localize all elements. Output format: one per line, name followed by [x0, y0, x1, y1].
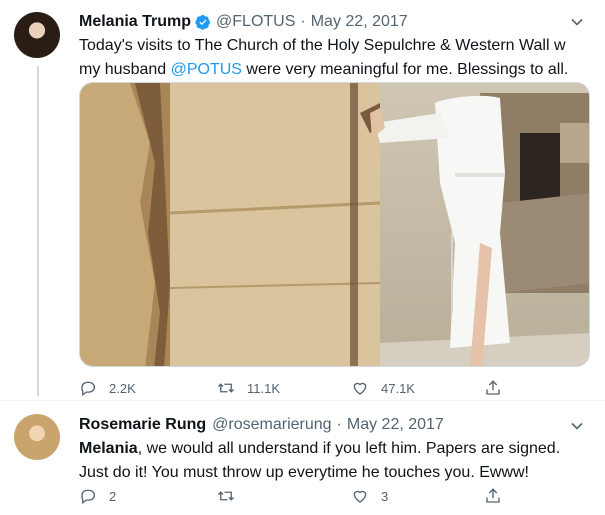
retweet-icon: [218, 383, 234, 393]
tweet-date[interactable]: May 22, 2017: [311, 11, 408, 33]
author-name[interactable]: Rosemarie Rung: [79, 414, 206, 436]
avatar[interactable]: [14, 414, 60, 460]
author-handle[interactable]: @FLOTUS: [216, 11, 295, 33]
share-icon: [486, 380, 500, 395]
tweet-actions: 2.2K 11.1K 47.1K: [79, 378, 599, 398]
reply-button[interactable]: 2: [79, 486, 116, 506]
tweet-text: Melania, we would all understand if you …: [79, 437, 589, 485]
retweet-button[interactable]: 11.1K: [217, 378, 280, 398]
like-count: 47.1K: [381, 380, 415, 396]
tweet-header: Melania Trump @FLOTUS · May 22, 2017: [79, 11, 408, 33]
separator-dot: ·: [300, 13, 306, 30]
reply-icon: [81, 381, 96, 397]
tweet-header: Rosemarie Rung @rosemarierung · May 22, …: [79, 414, 444, 436]
share-icon: [486, 488, 500, 503]
tweet-actions: 2 3: [79, 486, 599, 506]
share-button[interactable]: [484, 486, 514, 506]
reply-icon: [81, 489, 96, 505]
author-handle[interactable]: @rosemarierung: [212, 414, 331, 436]
share-button[interactable]: [484, 378, 514, 398]
chevron-down-icon[interactable]: [567, 12, 587, 32]
retweet-icon: [218, 491, 234, 501]
heart-icon: [353, 490, 367, 503]
heart-icon: [353, 382, 367, 395]
avatar[interactable]: [14, 12, 60, 58]
thread-connector-line: [37, 66, 39, 396]
reply-button[interactable]: 2.2K: [79, 378, 136, 398]
like-button[interactable]: 3: [351, 486, 388, 506]
reply-count: 2.2K: [109, 380, 136, 396]
retweet-count: 11.1K: [247, 380, 281, 396]
bold-mention: Melania: [79, 440, 138, 457]
tweet-text: Today's visits to The Church of the Holy…: [79, 34, 584, 82]
chevron-down-icon[interactable]: [567, 416, 587, 436]
mention-link[interactable]: @POTUS: [171, 61, 242, 78]
western-wall-photo: [80, 83, 589, 366]
like-button[interactable]: 47.1K: [351, 378, 415, 398]
reply-count: 2: [109, 488, 117, 504]
tweet-date[interactable]: May 22, 2017: [347, 414, 444, 436]
author-name[interactable]: Melania Trump: [79, 11, 191, 33]
tweet-photo[interactable]: [79, 82, 590, 367]
verified-badge-icon: [195, 15, 211, 30]
tweet-text-part: , we would all understand if you left hi…: [79, 440, 561, 481]
like-count: 3: [381, 488, 389, 504]
tweet-text-part: were very meaningful for me. Blessings t…: [241, 61, 569, 78]
tweet-divider: [0, 400, 605, 401]
retweet-button[interactable]: [217, 486, 247, 506]
separator-dot: ·: [336, 416, 342, 433]
